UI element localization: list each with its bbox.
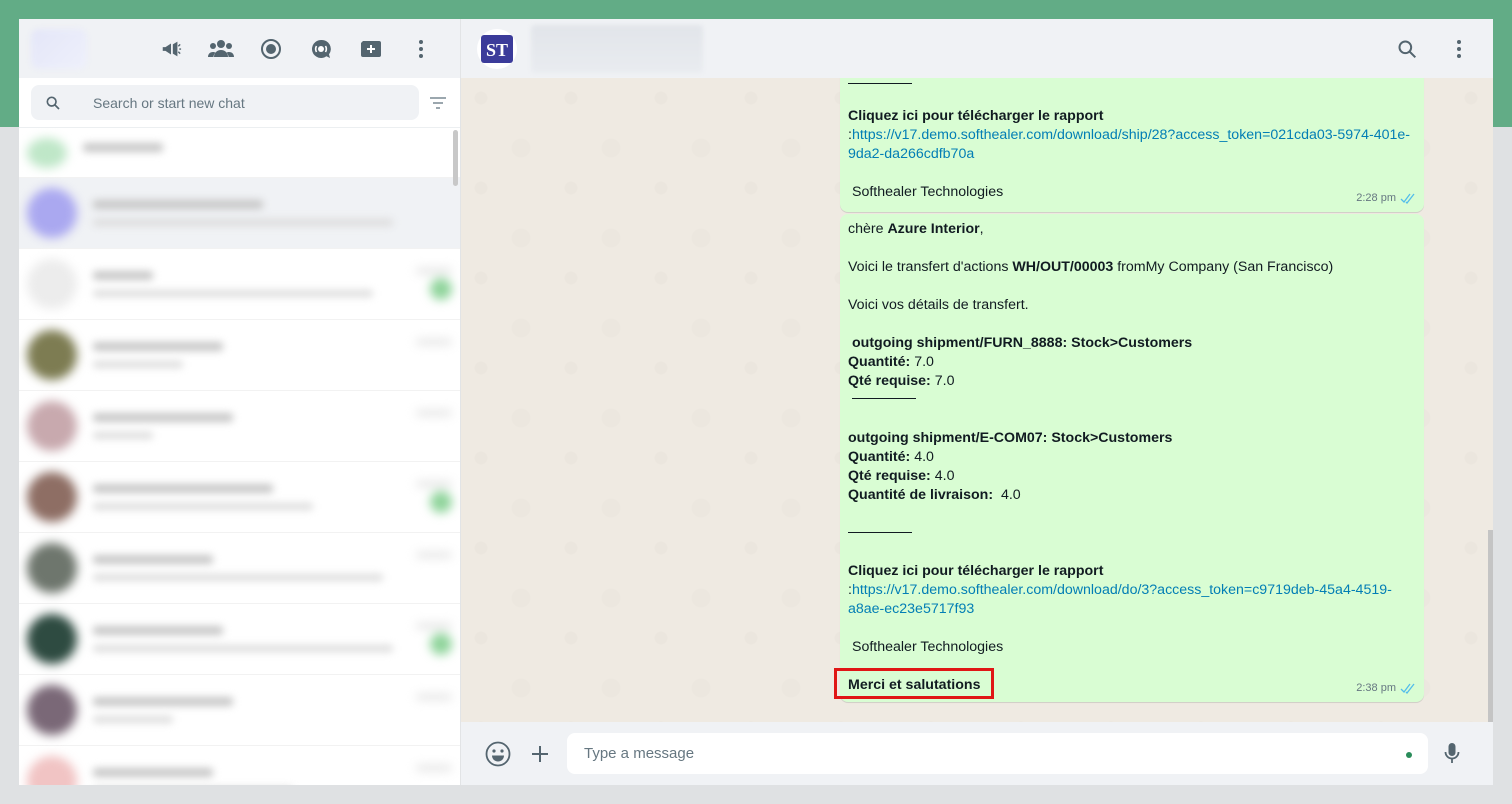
double-check-icon <box>1400 193 1415 204</box>
list-item[interactable] <box>19 391 460 462</box>
conversation-header: ST <box>461 19 1493 78</box>
whatsapp-window: ST Cliquez ici pour télécharger le rappo… <box>19 19 1493 785</box>
svg-text:ST: ST <box>486 40 508 60</box>
avatar <box>27 259 77 309</box>
message-time: 2:38 pm <box>1356 682 1396 694</box>
list-item[interactable] <box>19 604 460 675</box>
megaphone-icon[interactable] <box>146 29 196 69</box>
message-time: 2:28 pm <box>1356 192 1396 204</box>
conversation-panel: ST Cliquez ici pour télécharger le rappo… <box>461 19 1493 785</box>
divider <box>848 532 912 533</box>
search-row <box>19 78 460 128</box>
message-area-scrollbar[interactable] <box>1488 530 1493 722</box>
list-item[interactable] <box>19 320 460 391</box>
avatar <box>27 137 67 168</box>
chat-list-scrollbar[interactable] <box>453 130 458 186</box>
double-check-icon <box>1400 683 1415 694</box>
message-meta: 2:38 pm <box>1356 679 1416 698</box>
sidebar-header <box>19 19 460 78</box>
menu-icon[interactable] <box>1439 29 1479 69</box>
composer <box>461 722 1493 785</box>
report-link-continued[interactable]: 9da2-da266cdfb70a <box>848 146 974 162</box>
avatar <box>27 685 77 735</box>
avatar <box>27 614 77 664</box>
profile-avatar[interactable] <box>31 28 87 69</box>
softhealer-logo: ST <box>481 34 513 63</box>
message-input-box <box>567 733 1428 774</box>
list-item[interactable] <box>19 533 460 604</box>
message-meta: 2:28 pm <box>1356 189 1416 208</box>
avatar <box>27 756 77 785</box>
message-area[interactable]: Cliquez ici pour télécharger le rapport … <box>461 78 1493 722</box>
search-input[interactable] <box>93 94 393 111</box>
message-input[interactable] <box>584 745 1364 762</box>
conversation-header-icons <box>1387 19 1479 78</box>
search-box <box>31 85 419 120</box>
divider <box>852 398 916 399</box>
menu-icon[interactable] <box>396 29 446 69</box>
emoji-icon[interactable] <box>477 733 519 775</box>
message-bubble-outgoing: Cliquez ici pour télécharger le rapport … <box>840 78 1424 212</box>
avatar <box>27 543 77 593</box>
sidebar <box>19 19 461 785</box>
avatar <box>27 401 77 451</box>
list-item[interactable] <box>19 675 460 746</box>
filter-icon[interactable] <box>426 91 450 115</box>
status-icon[interactable] <box>246 29 296 69</box>
search-icon <box>29 95 77 111</box>
divider <box>848 83 912 84</box>
list-item[interactable] <box>19 178 460 249</box>
list-item[interactable] <box>19 746 460 785</box>
avatar <box>27 330 77 380</box>
list-item[interactable] <box>19 462 460 533</box>
contact-info[interactable] <box>531 24 703 73</box>
avatar <box>27 472 77 522</box>
message-bubble-outgoing: chère Azure Interior, Voici le transfert… <box>834 214 1424 702</box>
report-link[interactable]: https://v17.demo.softhealer.com/download… <box>852 582 1392 598</box>
status-dot <box>1406 752 1412 758</box>
chat-list <box>19 128 460 785</box>
contact-avatar[interactable]: ST <box>477 28 517 69</box>
channels-icon[interactable] <box>296 29 346 69</box>
list-item[interactable] <box>19 128 460 178</box>
avatar <box>27 188 77 238</box>
highlight-box <box>834 668 994 699</box>
report-link-continued[interactable]: a8ae-ec23e5717f93 <box>848 601 974 617</box>
microphone-icon[interactable] <box>1431 732 1473 774</box>
list-item[interactable] <box>19 249 460 320</box>
search-icon[interactable] <box>1387 29 1427 69</box>
report-link[interactable]: https://v17.demo.softhealer.com/download… <box>852 127 1410 143</box>
community-icon[interactable] <box>196 29 246 69</box>
sidebar-header-icons <box>146 19 446 78</box>
new-chat-icon[interactable] <box>346 29 396 69</box>
attach-plus-icon[interactable] <box>519 733 561 775</box>
